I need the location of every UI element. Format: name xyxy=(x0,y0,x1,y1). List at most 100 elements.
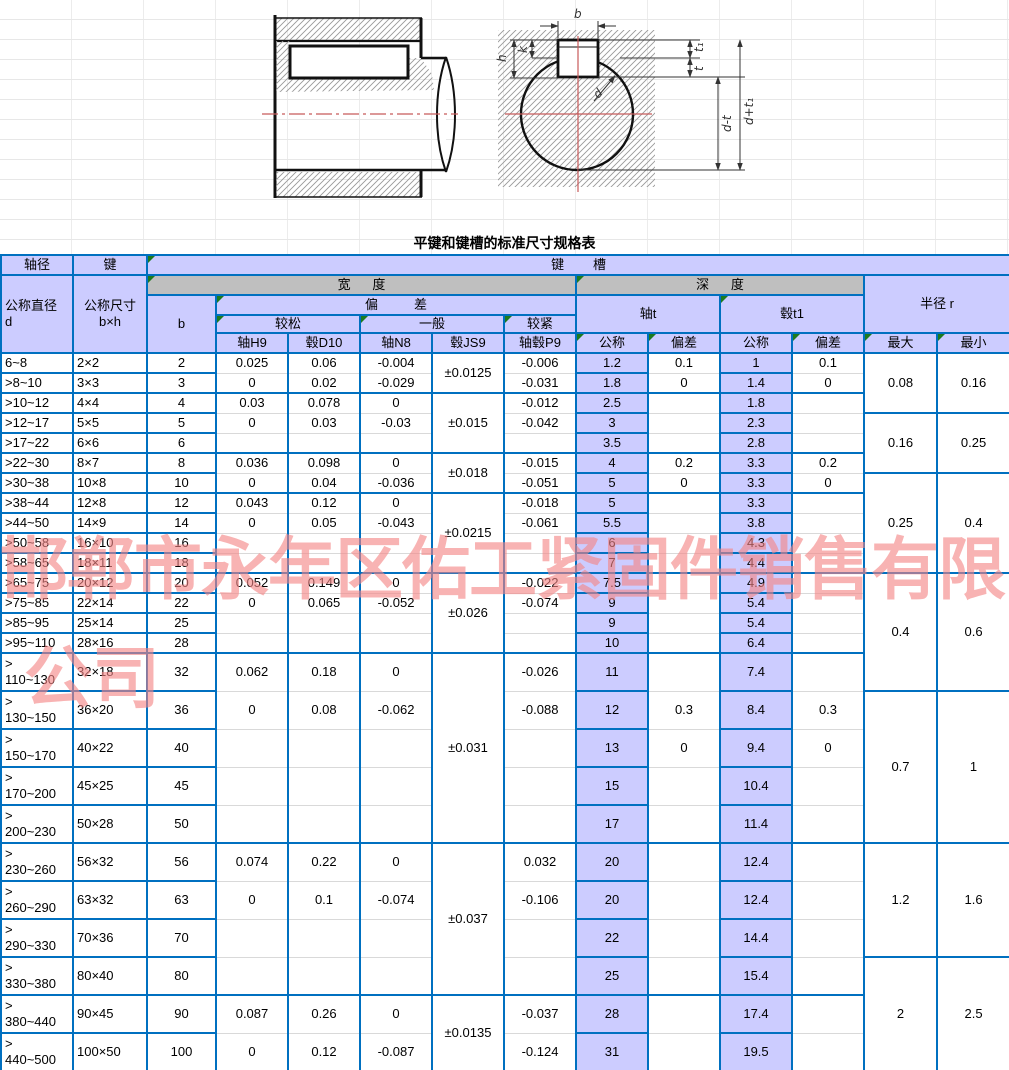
cell-shaft-hub-p9 xyxy=(504,553,576,573)
header-loose-fit: 较松 xyxy=(216,315,360,333)
cell-bxh: 10×8 xyxy=(73,473,147,493)
cell-t-nominal: 1.2 xyxy=(576,353,648,373)
header-key: 键 xyxy=(73,255,147,275)
cell-hub-d10: 0.04 xyxy=(288,473,360,493)
cell-hub-d10: 0.06 xyxy=(288,353,360,373)
cell-shaft-n8: -0.043 xyxy=(360,513,432,533)
cell-diameter-range: >8~10 xyxy=(1,373,73,393)
cell-diameter-range: >95~110 xyxy=(1,633,73,653)
cell-bxh: 8×7 xyxy=(73,453,147,473)
cell-bxh: 12×8 xyxy=(73,493,147,513)
cell-shaft-h9 xyxy=(216,433,288,453)
cell-t1-deviation xyxy=(792,413,864,433)
table-row: >170~20045×25451510.4 xyxy=(1,767,1009,805)
cell-t1-deviation xyxy=(792,493,864,513)
cell-t-nominal: 7 xyxy=(576,553,648,573)
cell-shaft-h9 xyxy=(216,767,288,805)
cell-t-nominal: 3.5 xyxy=(576,433,648,453)
cell-b: 10 xyxy=(147,473,216,493)
cell-shaft-hub-p9: -0.031 xyxy=(504,373,576,393)
cell-b: 16 xyxy=(147,533,216,553)
cell-diameter-range: >440~500 xyxy=(1,1033,73,1070)
cell-shaft-n8: -0.074 xyxy=(360,881,432,919)
cell-t1-deviation: 0 xyxy=(792,729,864,767)
header-hub-t1: 毂t1 xyxy=(720,295,864,333)
cell-t1-nominal: 7.4 xyxy=(720,653,792,691)
cell-shaft-hub-p9: -0.074 xyxy=(504,593,576,613)
table-row: >38~4412×8120.0430.120±0.0215-0.01853.3 xyxy=(1,493,1009,513)
cell-shaft-h9: 0 xyxy=(216,513,288,533)
cell-diameter-range: >170~200 xyxy=(1,767,73,805)
cell-t-deviation xyxy=(648,995,720,1033)
cell-shaft-h9: 0.043 xyxy=(216,493,288,513)
header-shaft-N8: 轴N8 xyxy=(360,333,432,353)
cell-shaft-h9 xyxy=(216,633,288,653)
cell-hub-js9: ±0.0215 xyxy=(432,493,504,573)
cell-shaft-hub-p9: -0.042 xyxy=(504,413,576,433)
cell-diameter-range: >50~58 xyxy=(1,533,73,553)
table-row: >50~5816×101664.3 xyxy=(1,533,1009,553)
cell-diameter-range: >110~130 xyxy=(1,653,73,691)
cell-radius-max: 0.4 xyxy=(864,573,937,691)
cell-radius-min: 1.6 xyxy=(937,843,1009,957)
cell-bxh: 32×18 xyxy=(73,653,147,691)
cell-radius-max: 0.16 xyxy=(864,413,937,473)
cell-diameter-range: >10~12 xyxy=(1,393,73,413)
cell-shaft-n8: -0.052 xyxy=(360,593,432,613)
cell-radius-max: 1.2 xyxy=(864,843,937,957)
table-row: >330~38080×40802515.422.5 xyxy=(1,957,1009,995)
cell-b: 25 xyxy=(147,613,216,633)
header-depth: 深 度 xyxy=(576,275,864,295)
hub-bottom-hatch xyxy=(276,172,422,197)
cell-t-deviation xyxy=(648,919,720,957)
cell-hub-d10 xyxy=(288,919,360,957)
cell-t-nominal: 2.5 xyxy=(576,393,648,413)
cell-bxh: 40×22 xyxy=(73,729,147,767)
cell-t1-deviation xyxy=(792,613,864,633)
cell-shaft-n8 xyxy=(360,767,432,805)
cell-shaft-n8 xyxy=(360,613,432,633)
cell-hub-d10 xyxy=(288,805,360,843)
cell-shaft-hub-p9: 0.032 xyxy=(504,843,576,881)
cell-bxh: 16×10 xyxy=(73,533,147,553)
cell-t1-deviation xyxy=(792,995,864,1033)
cell-diameter-range: >290~330 xyxy=(1,919,73,957)
cell-bxh: 4×4 xyxy=(73,393,147,413)
cell-t-deviation xyxy=(648,573,720,593)
cell-bxh: 22×14 xyxy=(73,593,147,613)
cell-t1-nominal: 3.3 xyxy=(720,493,792,513)
cell-shaft-h9: 0 xyxy=(216,593,288,613)
dim-label-b: b xyxy=(574,7,582,21)
header-hub-JS9: 毂JS9 xyxy=(432,333,504,353)
cell-t-deviation xyxy=(648,493,720,513)
table-row: >110~13032×18320.0620.180±0.031-0.026117… xyxy=(1,653,1009,691)
cell-b: 36 xyxy=(147,691,216,729)
cell-shaft-n8: -0.029 xyxy=(360,373,432,393)
cell-t1-deviation xyxy=(792,633,864,653)
dim-label-k: k xyxy=(516,45,530,53)
cell-diameter-range: >44~50 xyxy=(1,513,73,533)
cell-shaft-h9 xyxy=(216,613,288,633)
table-row: >10~124×440.030.0780±0.015-0.0122.51.8 xyxy=(1,393,1009,413)
cell-shaft-n8: 0 xyxy=(360,493,432,513)
cell-radius-min: 0.16 xyxy=(937,353,1009,413)
cell-t-deviation: 0 xyxy=(648,729,720,767)
cell-b: 18 xyxy=(147,553,216,573)
cell-t1-deviation xyxy=(792,393,864,413)
cell-t1-nominal: 1 xyxy=(720,353,792,373)
header-shaft-hub-P9: 轴毂P9 xyxy=(504,333,576,353)
cell-shaft-hub-p9 xyxy=(504,729,576,767)
cell-t1-nominal: 9.4 xyxy=(720,729,792,767)
cell-diameter-range: >75~85 xyxy=(1,593,73,613)
cell-t1-deviation xyxy=(792,433,864,453)
cell-bxh: 80×40 xyxy=(73,957,147,995)
cell-shaft-n8: -0.062 xyxy=(360,691,432,729)
cell-t1-nominal: 10.4 xyxy=(720,767,792,805)
cell-t-deviation xyxy=(648,513,720,533)
cell-hub-d10: 0.05 xyxy=(288,513,360,533)
cell-hub-d10: 0.078 xyxy=(288,393,360,413)
header-t1-nominal: 公称 xyxy=(720,333,792,353)
cell-hub-d10: 0.18 xyxy=(288,653,360,691)
cell-b: 5 xyxy=(147,413,216,433)
cell-hub-js9: ±0.018 xyxy=(432,453,504,493)
